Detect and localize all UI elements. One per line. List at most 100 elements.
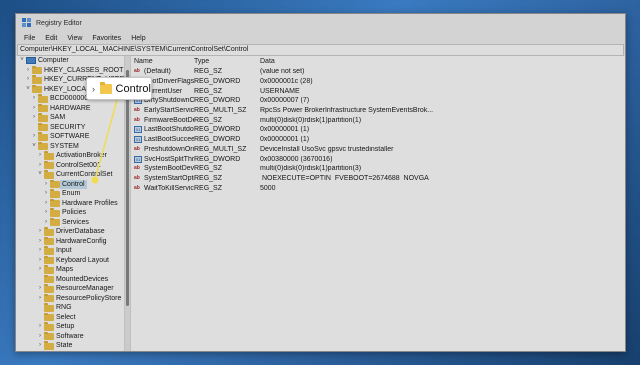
tree-item[interactable]: SECURITY [16, 122, 124, 133]
chevron-right-icon[interactable]: › [43, 180, 49, 190]
chevron-right-icon[interactable]: › [37, 151, 43, 161]
tree-item[interactable]: › State [16, 341, 124, 351]
tree-item[interactable]: ˅ Computer [16, 56, 124, 66]
chevron-right-icon[interactable]: › [37, 294, 43, 304]
value-row[interactable]: ab EarlyStartServicesREG_MULTI_SZ RpcSs Po… [131, 106, 625, 116]
binary-value-icon: 01 [134, 136, 142, 144]
menu-favorites[interactable]: Favorites [87, 35, 126, 42]
tree-item[interactable]: › HARDWARE [16, 103, 124, 114]
address-bar[interactable]: Computer\HKEY_LOCAL_MACHINE\SYSTEM\Curre… [17, 44, 624, 56]
chevron-right-icon[interactable]: › [37, 351, 43, 352]
tree-item[interactable]: › Hardware Profiles [16, 198, 124, 209]
tree-item[interactable]: › SAM [16, 113, 124, 123]
tree-item[interactable]: › Keyboard Layout [16, 255, 124, 266]
chevron-right-icon[interactable]: › [31, 113, 37, 123]
value-row[interactable]: 01LastBootSucceed...REG_DWORD 0x00000001 … [131, 135, 625, 145]
tree-item[interactable]: › Setup [16, 322, 124, 332]
tree-item[interactable]: Select [16, 312, 124, 323]
value-row[interactable]: 01BootDriverFlagsREG_DWORD0x0000001c (28… [131, 77, 625, 87]
value-type: REG_SZ [194, 68, 223, 76]
chevron-right-icon[interactable]: › [43, 189, 49, 199]
tree-item[interactable]: RNG [16, 303, 124, 313]
tree-item-label: Computer [38, 57, 69, 64]
menu-help[interactable]: Help [126, 35, 150, 42]
chevron-right-icon[interactable]: › [37, 161, 43, 171]
menu-edit[interactable]: Edit [40, 35, 62, 42]
tree-item[interactable]: ˅ SYSTEM [16, 141, 124, 152]
chevron-right-icon[interactable]: › [31, 132, 37, 142]
chevron-right-icon[interactable]: › [37, 256, 43, 266]
menu-view[interactable]: View [62, 35, 87, 42]
value-name-cell: ab PreshutdownOrder [131, 146, 194, 153]
tree-item[interactable]: › DriverDatabase [16, 227, 124, 237]
chevron-down-icon[interactable]: ˅ [25, 85, 31, 95]
tree-item[interactable]: › Software [16, 331, 124, 342]
chevron-right-icon[interactable]: › [37, 227, 43, 237]
chevron-right-icon[interactable]: › [43, 199, 49, 209]
title-bar[interactable]: Registry Editor [16, 14, 625, 32]
key-tree[interactable]: ˅ Computer › HKEY_CLASSES_ROOT › HKEY_CURRENT… [16, 56, 124, 351]
chevron-right-icon[interactable]: › [31, 104, 37, 114]
chevron-right-icon[interactable]: › [25, 66, 31, 76]
value-row[interactable]: 01DirtyShutdownC...REG_DWORD0x00000007 (… [131, 96, 625, 106]
chevron-down-icon[interactable]: ˅ [31, 142, 37, 152]
value-row[interactable]: ab PreshutdownOrderREG_MULTI_SZ DeviceInst… [131, 145, 625, 155]
chevron-right-icon[interactable]: › [37, 341, 43, 351]
tree-item[interactable]: › SOFTWARE [16, 132, 124, 142]
chevron-right-icon[interactable]: › [37, 237, 43, 247]
tree-scrollbar[interactable] [124, 56, 131, 351]
value-row[interactable]: ab WaitToKillService...REG_SZ 5000 [131, 183, 625, 193]
tree-item[interactable]: › WaaS [16, 350, 124, 352]
control-callout: › Control [86, 77, 152, 100]
chevron-right-icon[interactable]: › [37, 332, 43, 342]
folder-icon [32, 84, 42, 93]
chevron-right-icon[interactable]: › [25, 75, 31, 85]
value-data: RpcSs Power BrokerInfrastructure SystemE… [260, 107, 434, 115]
value-name-cell: ab WaitToKillService... [131, 185, 194, 192]
tree-item[interactable]: › Services [16, 217, 124, 228]
tree-item[interactable]: ˅ CurrentControlSet [16, 170, 124, 180]
tree-item[interactable]: › ResourcePolicyStore [16, 293, 124, 304]
tree-item[interactable]: › ResourceManager [16, 284, 124, 294]
chevron-right-icon[interactable]: › [31, 94, 37, 104]
value-row[interactable]: ab (Default) REG_SZ (value not set) [131, 67, 625, 77]
tree-item[interactable]: › Policies [16, 208, 124, 218]
menu-file[interactable]: File [19, 35, 40, 42]
tree-item[interactable]: › Input [16, 246, 124, 256]
tree-item-label: Software [56, 332, 84, 340]
chevron-right-icon[interactable]: › [43, 208, 49, 218]
value-row[interactable]: ab SystemStartOptio...REG_SZ NOEXECUTE=OP… [131, 174, 625, 184]
tree-item[interactable]: › ActivationBroker [16, 151, 124, 161]
value-data: multi(0)disk(0)rdisk(1)partition(3) [260, 165, 362, 173]
column-data[interactable]: Data [260, 58, 625, 65]
value-row[interactable]: ab SystemBootDeviceREG_SZ multi(0)disk(0)r… [131, 164, 625, 174]
tree-item-label: MountedDevices [56, 275, 109, 283]
column-name[interactable]: Name [131, 58, 194, 65]
chevron-right-icon[interactable]: › [43, 218, 49, 228]
tree-item-label: HARDWARE [50, 104, 91, 112]
chevron-down-icon[interactable]: ˅ [37, 170, 43, 180]
tree-item-label: ActivationBroker [56, 152, 107, 159]
chevron-right-icon[interactable]: › [37, 265, 43, 275]
column-type[interactable]: Type [194, 58, 260, 65]
chevron-right-icon[interactable]: › [37, 322, 43, 332]
folder-icon [50, 217, 60, 226]
tree-item[interactable]: › HKEY_CLASSES_ROOT [16, 65, 124, 76]
value-data: (value not set) [260, 68, 305, 76]
tree-item[interactable]: › Maps [16, 265, 124, 275]
value-row[interactable]: 01SvcHostSplitThre...REG_DWORD 0x00380000… [131, 154, 625, 164]
tree-item[interactable]: › HardwareConfig [16, 236, 124, 247]
value-row[interactable]: ab FirmwareBootDe...REG_SZ multi(0)disk(0)… [131, 115, 625, 125]
chevron-down-icon[interactable]: ˅ [19, 56, 25, 66]
scrollbar-thumb[interactable] [126, 70, 129, 306]
tree-item[interactable]: › Control [16, 179, 124, 190]
tree-item[interactable]: › ControlSet001 [16, 160, 124, 171]
registry-icon [22, 18, 32, 28]
chevron-right-icon[interactable]: › [37, 246, 43, 256]
tree-item[interactable]: MountedDevices [16, 274, 124, 285]
value-row[interactable]: abCurrentUserREG_SZUSERNAME [131, 86, 625, 96]
tree-item-label: SECURITY [50, 123, 86, 131]
tree-item[interactable]: › Enum [16, 189, 124, 199]
chevron-right-icon[interactable]: › [37, 284, 43, 294]
value-row[interactable]: 01LastBootShutdownREG_DWORD 0x00000001 (1… [131, 125, 625, 135]
